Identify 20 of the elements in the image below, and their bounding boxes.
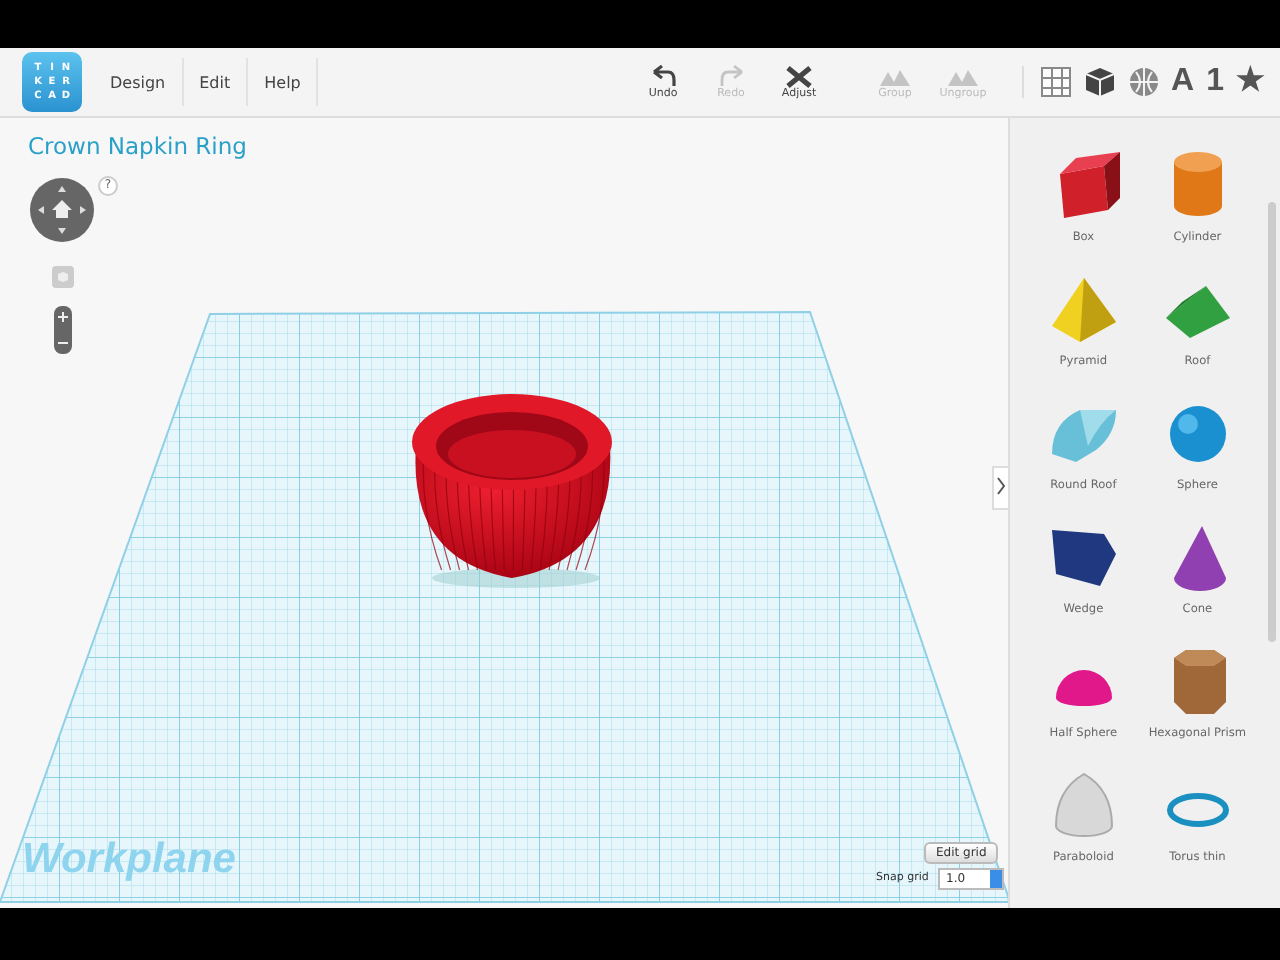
view-tab[interactable]: ★: [1236, 66, 1264, 98]
view-tab[interactable]: 1: [1206, 66, 1224, 98]
grid-icon: [1039, 66, 1072, 98]
cube-tab[interactable]: [1083, 66, 1116, 98]
cube-icon: [1083, 66, 1116, 98]
scrollbar[interactable]: [1267, 202, 1276, 642]
undo-icon: [648, 64, 679, 88]
redo-icon: [716, 64, 747, 88]
grid-tab[interactable]: [1039, 66, 1072, 98]
menu-item[interactable]: Help: [248, 58, 319, 106]
design-title: Crown Napkin Ring: [28, 132, 247, 160]
globe-tab[interactable]: [1127, 66, 1160, 98]
globe-icon: [1127, 66, 1160, 98]
pyramid-shape-icon: [1047, 274, 1120, 346]
menu-item[interactable]: Edit: [183, 58, 249, 106]
menu-item[interactable]: Design: [94, 58, 184, 106]
zoom-control[interactable]: [54, 306, 72, 354]
navigation-pad[interactable]: [30, 178, 94, 242]
view-tab[interactable]: A: [1171, 66, 1195, 98]
adjust-icon: [784, 64, 815, 88]
